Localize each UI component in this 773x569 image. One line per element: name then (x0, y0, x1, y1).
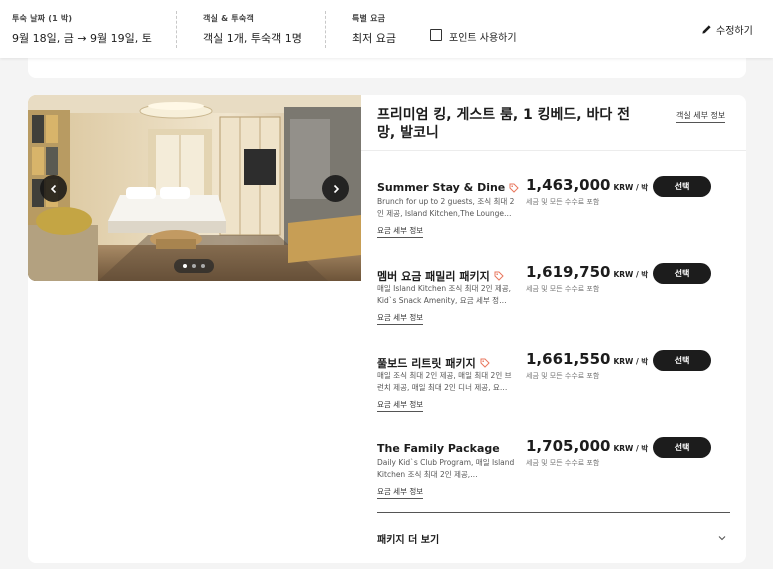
chevron-right-icon (333, 184, 339, 193)
next-photo-button[interactable] (322, 175, 349, 202)
more-packages-button[interactable]: 패키지 더 보기 (377, 531, 439, 546)
price-amount: 1,619,750 (526, 263, 611, 281)
stay-dates-label: 투숙 날짜 (1 박) (12, 14, 73, 23)
photo-pagination (174, 259, 214, 273)
price-note: 세금 및 모든 수수료 포함 (526, 285, 600, 293)
rate-price: 1,705,000 KRW / 박 (526, 436, 648, 455)
special-rate-value: 최저 요금 (352, 32, 396, 45)
rate-option: Summer Stay & Dine Brunch for up to 2 gue… (377, 176, 737, 251)
rate-price: 1,463,000 KRW / 박 (526, 175, 648, 194)
room-card: 프리미엄 킹, 게스트 룸, 1 킹베드, 바다 전망, 발코니 객실 세부 정… (28, 95, 746, 563)
rate-price: 1,619,750 KRW / 박 (526, 262, 648, 281)
rate-details-link[interactable]: 요금 세부 정보 (377, 486, 424, 499)
rate-description: 매일 Island Kitchen 조식 최대 2인 제공, Kid`s Sna… (377, 284, 512, 305)
rate-details-link[interactable]: 요금 세부 정보 (377, 225, 424, 238)
divider (325, 11, 326, 48)
rate-name-text: 풀보드 리트릿 패키지 (377, 357, 476, 370)
rate-description: Brunch for up to 2 guests, 조식 최대 2인 제공, … (377, 197, 515, 218)
select-button[interactable]: 선택 (653, 263, 711, 284)
select-button[interactable]: 선택 (653, 176, 711, 197)
rate-name: The Family Package (377, 442, 500, 455)
price-unit: KRW / 박 (613, 183, 649, 192)
rate-option: 멤버 요금 패밀리 패키지 매일 Island Kitchen 조식 최대 2인 … (377, 263, 737, 338)
price-unit: KRW / 박 (613, 270, 649, 279)
price-amount: 1,705,000 (526, 437, 611, 455)
rate-name-text: Summer Stay & Dine (377, 181, 506, 194)
divider (361, 150, 746, 151)
room-photo (28, 95, 361, 281)
rate-price: 1,661,550 KRW / 박 (526, 349, 648, 368)
divider (377, 512, 730, 513)
price-amount: 1,463,000 (526, 176, 611, 194)
select-button[interactable]: 선택 (653, 350, 711, 371)
rate-option: 풀보드 리트릿 패키지 매일 조식 최대 2인 제공, 매일 최대 2인 브런치 … (377, 350, 737, 425)
pencil-icon (702, 25, 711, 34)
edit-button[interactable]: 수정하기 (701, 22, 753, 37)
stay-dates[interactable]: 투숙 날짜 (1 박) 9월 18일, 금 → 9월 19일, 토 (12, 13, 152, 46)
rate-option: The Family Package Daily Kid`s Club Progr… (377, 437, 737, 512)
divider (176, 11, 177, 48)
previous-photo-button[interactable] (40, 175, 67, 202)
rate-name-text: The Family Package (377, 442, 500, 455)
price-note: 세금 및 모든 수수료 포함 (526, 372, 600, 380)
special-rate-label: 특별 요금 (352, 14, 386, 23)
rate-name: 멤버 요금 패밀리 패키지 (377, 268, 504, 284)
rooms-guests-value: 객실 1개, 투숙객 1명 (203, 32, 302, 45)
price-unit: KRW / 박 (613, 357, 649, 366)
pagination-dot[interactable] (192, 264, 196, 268)
rate-name: 풀보드 리트릿 패키지 (377, 355, 490, 371)
rate-name: Summer Stay & Dine (377, 181, 519, 194)
edit-label: 수정하기 (716, 26, 753, 37)
pagination-dot[interactable] (183, 264, 187, 268)
rate-description: Daily Kid`s Club Program, 매일 Island Kitc… (377, 458, 515, 479)
rate-details-link[interactable]: 요금 세부 정보 (377, 399, 424, 412)
pagination-dot[interactable] (201, 264, 205, 268)
use-points-label[interactable]: 포인트 사용하기 (449, 29, 517, 44)
stay-dates-value: 9월 18일, 금 → 9월 19일, 토 (12, 32, 152, 45)
price-amount: 1,661,550 (526, 350, 611, 368)
chevron-down-icon[interactable] (717, 533, 727, 543)
price-unit: KRW / 박 (613, 444, 649, 453)
price-note: 세금 및 모든 수수료 포함 (526, 459, 600, 467)
search-summary-bar: 투숙 날짜 (1 박) 9월 18일, 금 → 9월 19일, 토 객실 & 투… (0, 0, 773, 58)
tag-icon (494, 271, 504, 281)
room-title: 프리미엄 킹, 게스트 룸, 1 킹베드, 바다 전망, 발코니 (377, 107, 631, 141)
tag-icon (509, 183, 519, 193)
use-points-checkbox[interactable] (430, 29, 442, 41)
tag-icon (480, 358, 490, 368)
rate-name-text: 멤버 요금 패밀리 패키지 (377, 270, 490, 283)
price-note: 세금 및 모든 수수료 포함 (526, 198, 600, 206)
rate-details-link[interactable]: 요금 세부 정보 (377, 312, 424, 325)
rate-description: 매일 조식 최대 2인 제공, 매일 최대 2인 브런치 제공, 매일 최대 2… (377, 371, 512, 392)
chevron-left-icon (50, 184, 56, 193)
room-details-link[interactable]: 객실 세부 정보 (676, 110, 726, 123)
room-photo-carousel[interactable] (28, 95, 361, 281)
rooms-guests-label: 객실 & 투숙객 (203, 14, 254, 23)
select-button[interactable]: 선택 (653, 437, 711, 458)
special-rate[interactable]: 특별 요금 최저 요금 (352, 13, 396, 46)
rooms-guests[interactable]: 객실 & 투숙객 객실 1개, 투숙객 1명 (203, 13, 302, 46)
